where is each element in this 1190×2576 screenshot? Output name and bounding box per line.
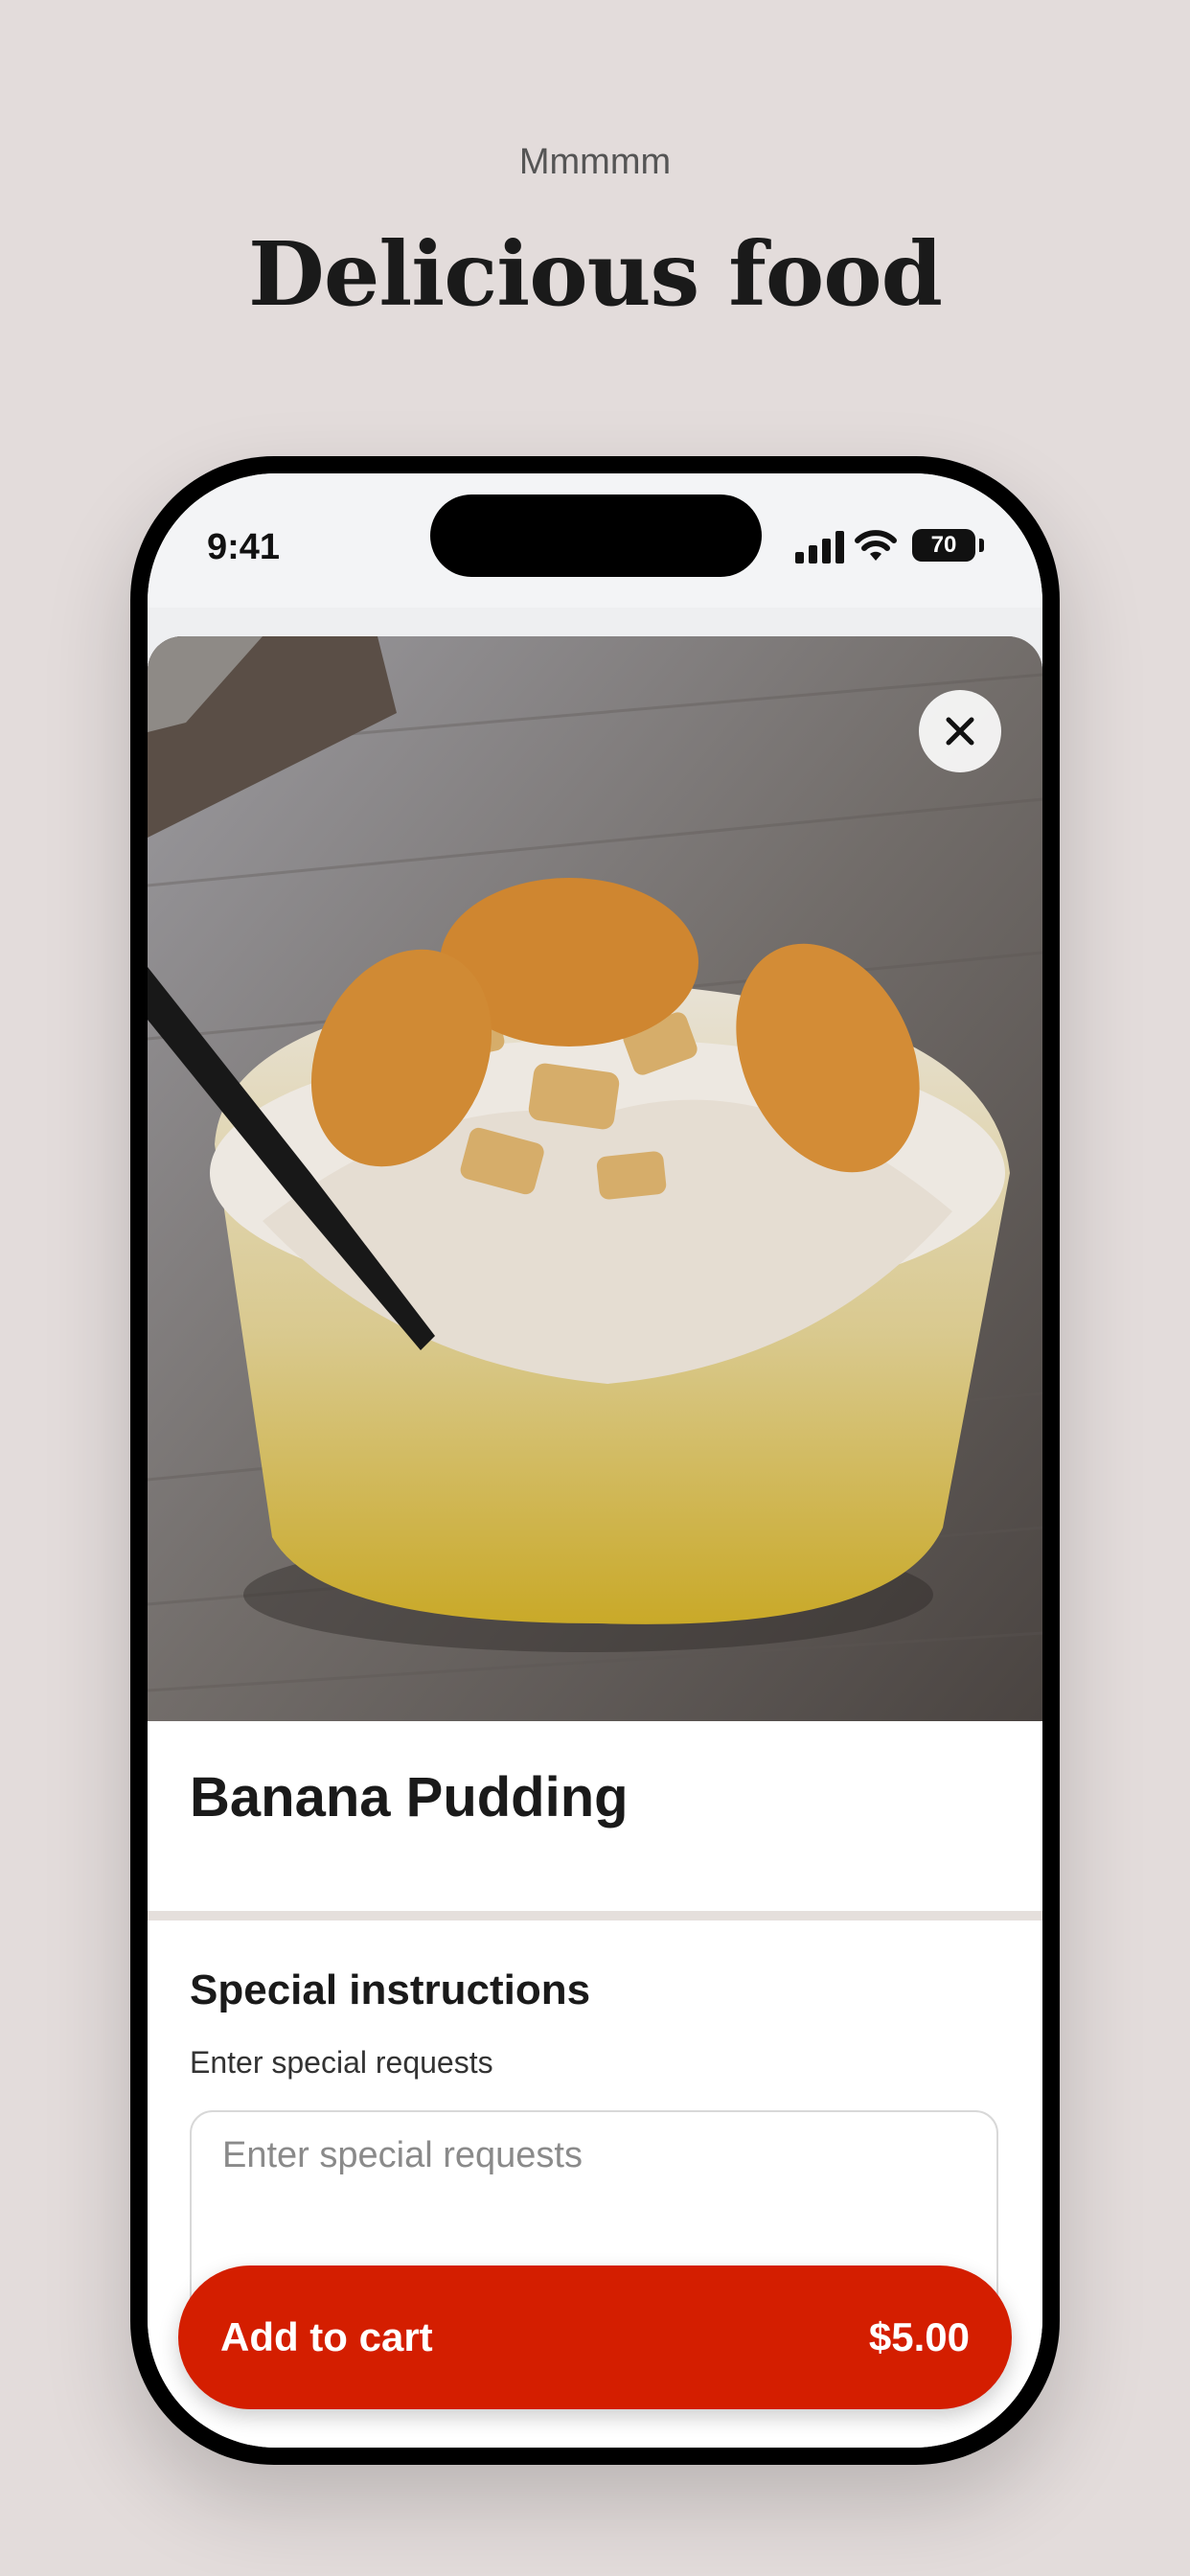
page-headline: Delicious food [248,222,943,326]
special-instructions-title: Special instructions [190,1966,591,2013]
status-bar: 9:41 70 [148,473,1042,608]
phone-screen: 9:41 70 Banana Pudding Special instructi… [148,473,1042,2448]
product-title: Banana Pudding [190,1766,629,1828]
status-time: 9:41 [207,527,281,567]
close-button[interactable] [919,690,1001,772]
cart-price: $5.00 [868,2314,970,2359]
product-photo [148,636,1042,1721]
section-divider [148,1911,1042,1920]
wifi-icon [855,530,897,561]
cellular-signal-icon [795,531,845,564]
close-icon [946,717,974,746]
add-to-cart-label: Add to cart [220,2314,433,2359]
page-kicker: Mmmmm [518,142,672,182]
special-instructions-subtitle: Enter special requests [190,2045,493,2080]
phone-frame: 9:41 70 Banana Pudding Special instructi… [130,456,1060,2465]
product-illustration [148,636,1042,1721]
product-sheet: Banana Pudding Special instructions Ente… [148,636,1042,2448]
battery-icon: 70 [912,529,975,562]
battery-tip [979,539,984,552]
add-to-cart-button[interactable]: Add to cart $5.00 [178,2266,1012,2409]
dynamic-island [430,494,762,577]
